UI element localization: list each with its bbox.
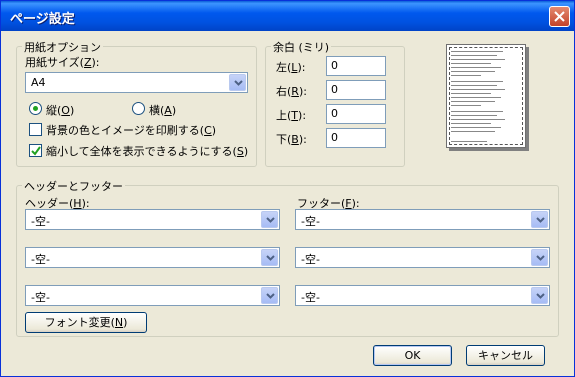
paper-size-label: 用紙サイズ(Z): — [25, 56, 100, 69]
ok-button[interactable]: OK — [373, 345, 452, 366]
chevron-down-icon — [536, 255, 545, 261]
margin-right-label: 右(R): — [276, 85, 307, 98]
landscape-radio[interactable] — [132, 102, 145, 115]
page-preview — [446, 44, 526, 148]
margin-left-label: 左(L): — [276, 61, 306, 74]
shrink-to-fit-checkbox[interactable] — [29, 144, 42, 157]
close-icon — [554, 11, 565, 22]
chevron-down-icon — [266, 255, 275, 261]
header-right-dropdown-button[interactable] — [261, 287, 278, 304]
margin-bottom-input[interactable]: 0 — [326, 128, 386, 148]
chevron-down-icon — [266, 293, 275, 299]
print-background-checkbox[interactable] — [29, 123, 42, 136]
footer-right-dropdown-button[interactable] — [531, 287, 548, 304]
paper-size-select[interactable]: A4 — [25, 72, 248, 93]
paper-size-value: A4 — [31, 76, 46, 89]
shrink-to-fit-label[interactable]: 縮小して全体を表示できるようにする(S) — [46, 143, 248, 159]
footer-left-dropdown-button[interactable] — [531, 211, 548, 228]
header-center-dropdown-button[interactable] — [261, 249, 278, 266]
footer-center-select[interactable]: -空- — [295, 247, 550, 268]
header-left-select[interactable]: -空- — [25, 209, 280, 230]
footer-center-dropdown-button[interactable] — [531, 249, 548, 266]
margin-top-label: 上(T): — [276, 109, 307, 122]
title-bar[interactable]: ページ設定 — [1, 1, 574, 31]
margin-left-input[interactable]: 0 — [326, 56, 386, 76]
chevron-down-icon — [266, 217, 275, 223]
header-right-select[interactable]: -空- — [25, 285, 280, 306]
window-title: ページ設定 — [10, 12, 75, 27]
chevron-down-icon — [234, 80, 243, 86]
paper-size-dropdown-button[interactable] — [229, 74, 246, 91]
close-button[interactable] — [549, 6, 570, 27]
header-center-select[interactable]: -空- — [25, 247, 280, 268]
chevron-down-icon — [536, 293, 545, 299]
page-setup-dialog: ページ設定 用紙オプション 用紙サイズ(Z): A4 縦(O) 横(A) 背景の… — [0, 0, 575, 377]
chevron-down-icon — [536, 217, 545, 223]
landscape-label[interactable]: 横(A) — [149, 102, 176, 118]
margin-right-input[interactable]: 0 — [326, 80, 386, 100]
margin-bottom-label: 下(B): — [276, 133, 307, 146]
header-left-dropdown-button[interactable] — [261, 211, 278, 228]
cancel-button[interactable]: キャンセル — [466, 345, 545, 366]
margins-legend: 余白 (ミリ) — [271, 39, 332, 55]
paper-options-legend: 用紙オプション — [22, 39, 103, 55]
portrait-radio[interactable] — [29, 102, 42, 115]
portrait-label[interactable]: 縦(O) — [46, 102, 74, 118]
margin-top-input[interactable]: 0 — [326, 104, 386, 124]
print-background-label[interactable]: 背景の色とイメージを印刷する(C) — [46, 122, 216, 138]
change-font-button[interactable]: フォント変更(N) — [25, 312, 147, 333]
footer-right-select[interactable]: -空- — [295, 285, 550, 306]
footer-left-select[interactable]: -空- — [295, 209, 550, 230]
header-footer-legend: ヘッダーとフッター — [22, 178, 125, 194]
checkmark-icon — [31, 146, 41, 156]
